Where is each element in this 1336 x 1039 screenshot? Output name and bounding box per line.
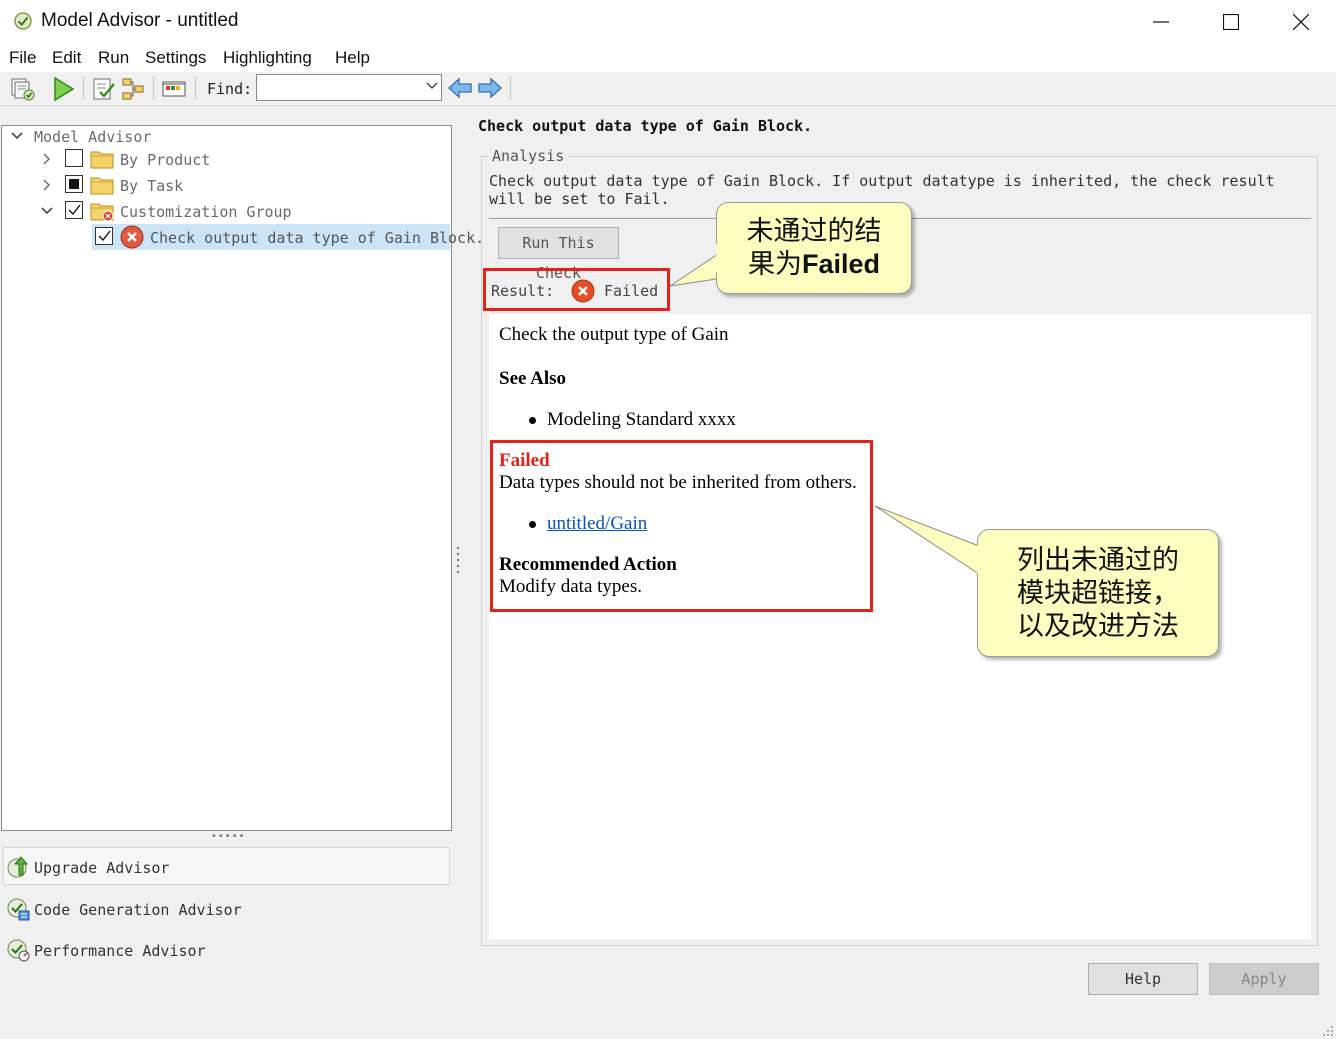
menu-run[interactable]: Run [98, 48, 129, 68]
report-icon[interactable] [161, 76, 187, 102]
maximize-button[interactable] [1196, 0, 1266, 44]
menu-edit[interactable]: Edit [52, 48, 81, 68]
list-bullet [529, 417, 536, 424]
chevron-down-icon[interactable] [426, 81, 438, 91]
tree-item-label[interactable]: Check output data type of Gain Block. [150, 229, 484, 247]
checkbox-by-product[interactable] [65, 149, 83, 167]
report-intro: Check the output type of Gain [499, 324, 729, 345]
apply-button[interactable]: Apply [1209, 963, 1319, 995]
menu-highlighting[interactable]: Highlighting [223, 48, 312, 68]
chevron-right-icon[interactable] [40, 178, 54, 192]
chevron-down-icon[interactable] [10, 129, 24, 143]
see-also-item: Modeling Standard xxxx [547, 409, 736, 430]
callout-pointer-join [716, 244, 722, 272]
tree-root-label[interactable]: Model Advisor [34, 128, 151, 146]
resize-grip-icon[interactable] [1322, 1025, 1334, 1037]
upgrade-advisor-icon [7, 856, 29, 878]
maximize-icon [1223, 14, 1239, 30]
toolbar [0, 72, 1336, 106]
callout-pointer [874, 505, 980, 575]
forward-arrow-icon[interactable] [477, 77, 503, 99]
failed-status-icon [120, 225, 144, 249]
toolbar-separator [510, 76, 511, 100]
callout-text: 未通过的结 [746, 216, 882, 247]
chevron-down-icon[interactable] [40, 204, 54, 218]
callout-text-line2: 果为Failed [747, 249, 881, 280]
toolbar-separator [153, 76, 154, 100]
vertical-splitter-grip[interactable] [455, 545, 461, 574]
checkbox-by-task[interactable] [65, 175, 83, 193]
analysis-legend: Analysis [488, 147, 569, 165]
performance-advisor-label[interactable]: Performance Advisor [34, 942, 206, 960]
callout-text: 模块超链接， [1017, 578, 1179, 609]
upgrade-advisor-label[interactable]: Upgrade Advisor [34, 859, 169, 877]
window-title: Model Advisor - untitled [41, 10, 239, 31]
minimize-button[interactable] [1126, 0, 1196, 44]
find-label: Find: [207, 80, 253, 98]
menu-help[interactable]: Help [335, 48, 370, 68]
toolbar-separator [83, 76, 84, 100]
folder-failed-icon [90, 203, 114, 221]
horizontal-splitter-grip[interactable]: ••••• [211, 831, 246, 842]
partial-check-mark [69, 179, 79, 189]
back-arrow-icon[interactable] [447, 77, 473, 99]
minimize-icon [1153, 21, 1169, 23]
checkbox-gain-check[interactable] [95, 227, 113, 245]
performance-advisor-icon[interactable] [6, 938, 30, 962]
check-mark-icon [68, 204, 81, 216]
mark-check-icon[interactable] [91, 76, 117, 102]
result-callout: 未通过的结 果为Failed [716, 202, 912, 294]
callout-pointer-join [977, 545, 983, 573]
code-generation-advisor-icon[interactable] [6, 897, 30, 921]
see-also-heading: See Also [499, 368, 567, 389]
chevron-right-icon[interactable] [40, 152, 54, 166]
folder-icon [90, 177, 114, 195]
highlight-icon[interactable] [121, 76, 147, 102]
toolbar-separator [195, 76, 196, 100]
menu-settings[interactable]: Settings [145, 48, 206, 68]
callout-text: 列出未通过的 [1017, 545, 1179, 576]
callout-text: 以及改进方法 [1017, 611, 1179, 642]
result-highlight-box [483, 268, 670, 311]
run-this-check-button[interactable]: Run This Check [498, 227, 619, 282]
menu-file[interactable]: File [9, 48, 36, 68]
restore-defaults-icon[interactable] [10, 76, 36, 102]
checkbox-customization-group[interactable] [65, 201, 83, 219]
tree-item-label[interactable]: Customization Group [120, 203, 292, 221]
report-callout: 列出未通过的 模块超链接， 以及改进方法 [977, 529, 1219, 657]
model-advisor-check-icon [14, 12, 32, 30]
find-input[interactable] [256, 74, 442, 101]
close-button[interactable] [1266, 0, 1336, 44]
callout-bold-text: Failed [801, 249, 881, 279]
code-generation-advisor-label[interactable]: Code Generation Advisor [34, 901, 242, 919]
check-mark-icon [98, 230, 111, 242]
tree-item-label[interactable]: By Task [120, 177, 183, 195]
close-icon [1293, 14, 1309, 30]
check-title: Check output data type of Gain Block. [478, 117, 813, 135]
folder-icon [90, 151, 114, 169]
failed-details-highlight-box [490, 440, 873, 612]
run-checks-icon[interactable] [51, 76, 77, 102]
help-button[interactable]: Help [1088, 963, 1198, 995]
tree-item-label[interactable]: By Product [120, 151, 210, 169]
